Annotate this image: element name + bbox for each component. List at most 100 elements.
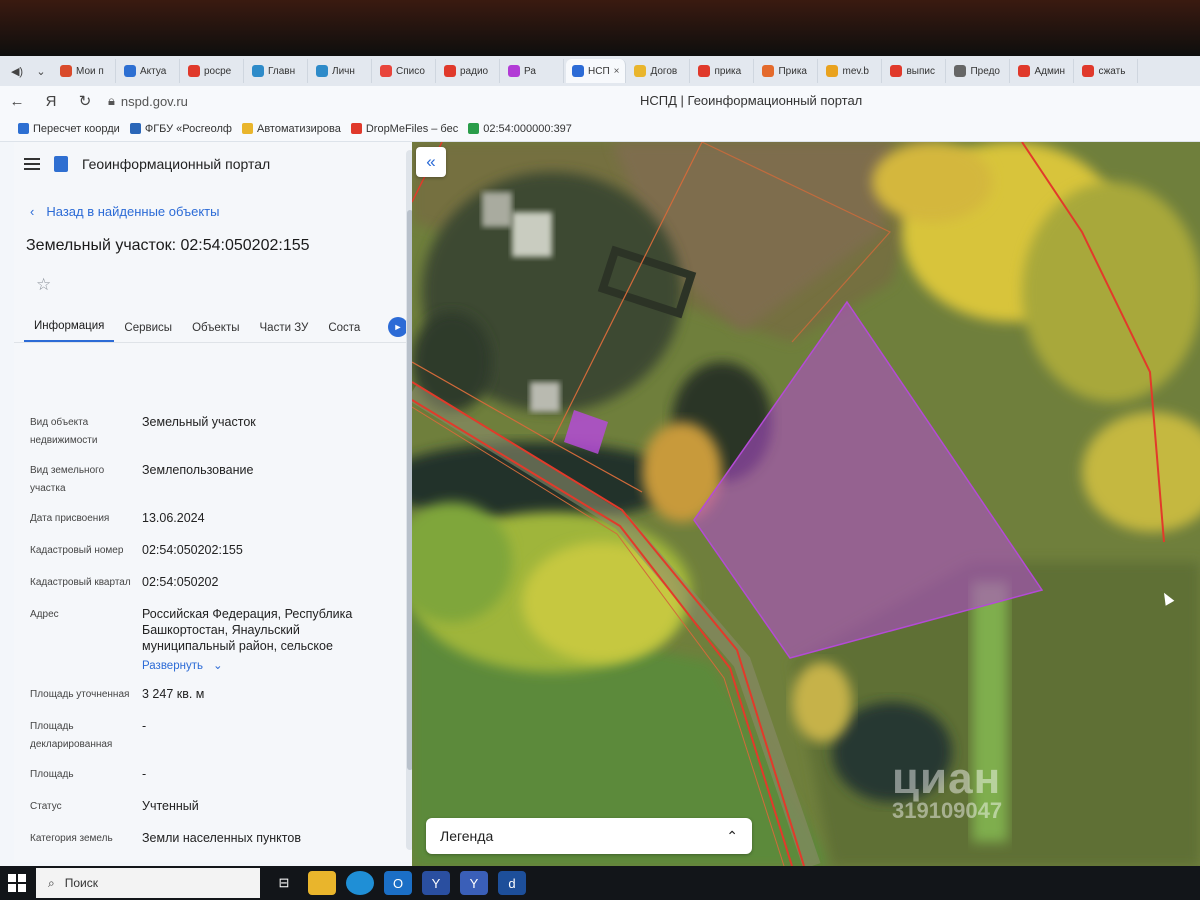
- back-to-results-link[interactable]: ‹ Назад в найденные объекты: [30, 204, 416, 219]
- object-info-panel: Геоинформационный портал ‹ Назад в найде…: [14, 142, 416, 862]
- tab-label: выпис: [906, 65, 935, 77]
- attribute-value-cell: Учтенный: [142, 798, 394, 816]
- tab-label: Личн: [332, 65, 355, 77]
- browser-tab[interactable]: выпис: [884, 59, 947, 83]
- attribute-value-cell: Российская Федерация, Республика Башкорт…: [142, 606, 394, 674]
- browser-tab[interactable]: Предо: [948, 59, 1011, 83]
- legend-select[interactable]: Легенда ⌃: [426, 818, 752, 854]
- tab-favicon-icon: [1082, 65, 1095, 77]
- file-explorer-icon[interactable]: [308, 871, 336, 895]
- bookmark-label: Автоматизирова: [256, 122, 341, 135]
- favorite-star-icon[interactable]: ☆: [36, 275, 416, 295]
- attribute-label: Вид разрешенного использования: [14, 860, 142, 862]
- tab-label: сжать: [1098, 65, 1126, 77]
- attribute-value: Земельный участок: [142, 415, 256, 429]
- browser-tab[interactable]: росре: [182, 59, 244, 83]
- bookmark-item[interactable]: ФГБУ «Росгеолф: [129, 123, 232, 135]
- browser-tab[interactable]: Прика: [756, 59, 819, 83]
- panel-header: Геоинформационный портал: [14, 142, 416, 186]
- attribute-row: Статус Учтенный: [14, 798, 394, 816]
- attribute-row: Площадь уточненная 3 247 кв. м: [14, 686, 394, 704]
- expand-address-link[interactable]: Развернуть ⌄: [142, 658, 394, 674]
- bookmark-favicon-icon: [129, 123, 141, 134]
- attribute-value-cell: -: [142, 718, 394, 754]
- tab-label: НСП: [588, 65, 610, 77]
- attribute-value-cell: 02:54:050202: [142, 574, 394, 592]
- tab-label: Актуа: [140, 65, 167, 77]
- attribute-row: Вид разрешенного использованияДля ведени…: [14, 860, 394, 862]
- browser-tab[interactable]: Мои п: [54, 59, 116, 83]
- updown-chevron-icon: ⌃: [726, 827, 738, 844]
- tab-label: Догов: [650, 65, 678, 77]
- monitor-bezel: [0, 0, 1200, 56]
- attribute-row: Дата присвоения 13.06.2024: [14, 510, 394, 528]
- taskbar-search[interactable]: ⌕ Поиск: [36, 868, 260, 898]
- satellite-map[interactable]: [412, 142, 1200, 866]
- attribute-label: Вид объекта недвижимости: [30, 417, 98, 446]
- sound-icon[interactable]: ◀): [6, 61, 28, 81]
- tab-favicon-icon: [1018, 65, 1031, 77]
- panel-tab[interactable]: Соста: [318, 322, 370, 342]
- outlook-icon[interactable]: O: [384, 871, 412, 895]
- url-field[interactable]: 🔒︎ nspd.gov.ru: [108, 93, 188, 109]
- expand-label: Развернуть: [142, 660, 203, 672]
- tab-favicon-icon: [698, 65, 711, 77]
- browser-tab[interactable]: mev.b: [820, 59, 883, 83]
- attribute-value: -: [142, 767, 147, 781]
- portal-title: Геоинформационный портал: [82, 156, 271, 172]
- info-tabs: Информация Сервисы Объекты Части ЗУ Соста ►: [14, 313, 416, 343]
- back-arrow-icon[interactable]: ←: [0, 88, 34, 114]
- attribute-label: Площадь: [30, 769, 74, 780]
- reload-icon[interactable]: ↻: [68, 88, 102, 114]
- bookmark-label: 02:54:000000:397: [483, 122, 572, 135]
- browser-tab[interactable]: Догов: [628, 59, 691, 83]
- panel-tab[interactable]: Части ЗУ: [250, 322, 319, 342]
- chevron-down-icon[interactable]: ⌄: [30, 61, 52, 81]
- map-view[interactable]: « циан 319109047 Легенда ⌃: [412, 142, 1200, 866]
- tab-favicon-icon: [954, 65, 967, 77]
- browser-tab[interactable]: Личн: [310, 59, 372, 83]
- tabs-scroll-right-icon[interactable]: ►: [388, 317, 408, 337]
- collapse-panel-icon[interactable]: «: [416, 147, 446, 177]
- browser-tab[interactable]: НСП ×: [566, 59, 627, 83]
- bookmark-favicon-icon: [350, 123, 362, 134]
- attribute-value: Учтенный: [142, 799, 199, 813]
- tab-label: прика: [714, 65, 742, 77]
- edge-browser-icon[interactable]: [346, 871, 374, 895]
- lock-icon: 🔒︎: [108, 93, 115, 108]
- bookmark-item[interactable]: Автоматизирова: [241, 122, 341, 135]
- browser-tab[interactable]: Ра: [502, 59, 564, 83]
- close-tab-icon[interactable]: ×: [614, 66, 620, 77]
- browser-tab[interactable]: Главн: [246, 59, 308, 83]
- watermark-name: циан: [892, 754, 1002, 803]
- browser-tab[interactable]: радио: [438, 59, 500, 83]
- browser-tab[interactable]: сжать: [1076, 59, 1139, 83]
- bookmark-item[interactable]: Пересчет коорди: [18, 123, 120, 135]
- browser-tab[interactable]: Админ: [1012, 59, 1075, 83]
- tab-label: Мои п: [76, 65, 104, 77]
- menu-icon[interactable]: [24, 158, 40, 170]
- browser-tab[interactable]: прика: [692, 59, 755, 83]
- attribute-value: Российская Федерация, Республика Башкорт…: [142, 607, 353, 653]
- panel-tab[interactable]: Объекты: [182, 322, 249, 342]
- app-icon[interactable]: d: [498, 871, 526, 895]
- panel-tab[interactable]: Сервисы: [114, 322, 182, 342]
- yandex-browser-active-icon[interactable]: Y: [460, 871, 488, 895]
- browser-tab[interactable]: Актуа: [118, 59, 180, 83]
- tab-favicon-icon: [508, 65, 520, 77]
- attribute-value-cell: -: [142, 766, 394, 784]
- chevron-left-icon: ‹: [30, 204, 35, 219]
- attribute-row: Кадастровый квартал 02:54:050202: [14, 574, 394, 592]
- browser-tab[interactable]: Списо: [374, 59, 436, 83]
- bookmark-item[interactable]: 02:54:000000:397: [468, 123, 572, 135]
- search-icon: ⌕: [48, 875, 55, 890]
- panel-tab[interactable]: Информация: [24, 320, 115, 342]
- yandex-icon[interactable]: Я: [34, 88, 68, 114]
- yandex-browser-icon[interactable]: Y: [422, 871, 450, 895]
- windows-start-icon[interactable]: [2, 868, 32, 898]
- attribute-value-cell: Землепользование: [142, 462, 394, 498]
- bookmark-item[interactable]: DropMeFiles – бес: [350, 123, 458, 135]
- attribute-row: Вид земельного участка Землепользование: [14, 462, 394, 498]
- task-view-icon[interactable]: ⊟: [270, 871, 298, 895]
- attribute-label: Площадь уточненная: [30, 689, 130, 700]
